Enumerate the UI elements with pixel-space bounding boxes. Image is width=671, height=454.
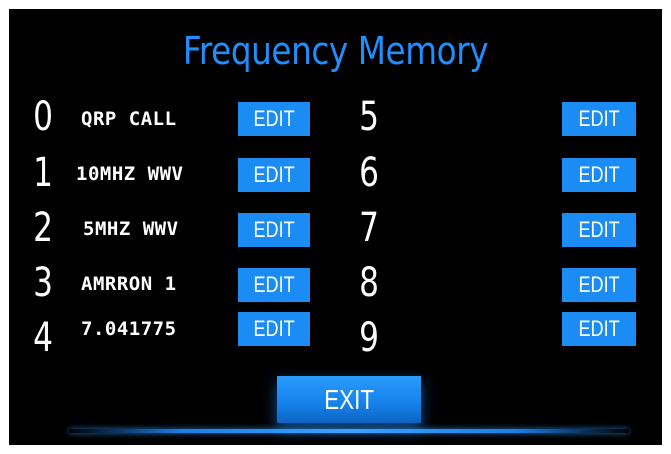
- footer-glow-divider: [69, 429, 629, 433]
- edit-button-9[interactable]: EDIT: [562, 312, 636, 346]
- exit-button[interactable]: EXIT: [277, 376, 421, 423]
- slot-label: QRP CALL: [81, 108, 177, 130]
- edit-button-4[interactable]: EDIT: [238, 312, 310, 346]
- slot-number: 7: [359, 205, 379, 251]
- slot-number: 8: [359, 260, 379, 306]
- edit-button-0[interactable]: EDIT: [238, 102, 310, 136]
- edit-button-5[interactable]: EDIT: [562, 102, 636, 136]
- slot-label: 7.041775: [81, 318, 177, 340]
- slot-label: 5MHZ WWV: [83, 218, 179, 240]
- page-title: Frequency Memory: [182, 29, 489, 73]
- edit-button-8[interactable]: EDIT: [562, 268, 636, 302]
- edit-button-3[interactable]: EDIT: [238, 268, 310, 302]
- slot-number: 0: [33, 94, 53, 140]
- slot-number: 2: [33, 205, 53, 251]
- edit-button-2[interactable]: EDIT: [238, 213, 310, 247]
- slot-number: 1: [33, 150, 53, 196]
- slot-number: 9: [359, 315, 379, 361]
- slot-number: 6: [359, 150, 379, 196]
- slot-label: AMRRON 1: [81, 273, 177, 295]
- frequency-memory-screen: Frequency Memory 0 QRP CALL EDIT 1 10MHZ…: [9, 9, 662, 445]
- slot-label: 10MHZ WWV: [76, 163, 184, 185]
- slot-number: 3: [33, 260, 53, 306]
- edit-button-1[interactable]: EDIT: [238, 158, 310, 192]
- edit-button-6[interactable]: EDIT: [562, 158, 636, 192]
- edit-button-7[interactable]: EDIT: [562, 213, 636, 247]
- slot-number: 5: [359, 94, 379, 140]
- slot-number: 4: [33, 315, 53, 361]
